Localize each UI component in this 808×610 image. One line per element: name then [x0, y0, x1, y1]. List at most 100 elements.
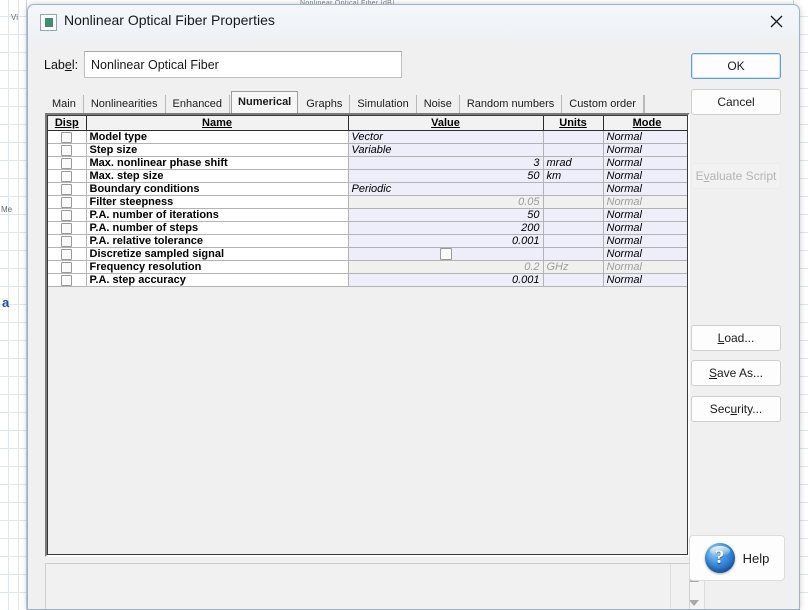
- tab-strip: Main Nonlinearities Enhanced Numerical G…: [45, 91, 645, 114]
- table-row[interactable]: P.A. number of steps 200 Normal: [48, 221, 687, 235]
- table-row[interactable]: Model type Vector Normal: [48, 130, 687, 144]
- table-row[interactable]: Filter steepness 0.05 Normal: [48, 195, 687, 209]
- row-disp-checkbox[interactable]: [48, 143, 87, 157]
- table-empty-area: [48, 286, 687, 537]
- label-caption: Label:: [44, 58, 79, 72]
- parameter-grid[interactable]: Disp Name Value Units Mode Model type Vec…: [47, 115, 688, 555]
- parameter-grid-container: Disp Name Value Units Mode Model type Vec…: [45, 113, 690, 557]
- table-row[interactable]: Max. step size 50 km Normal: [48, 169, 687, 183]
- row-value[interactable]: 200: [348, 221, 544, 235]
- row-name: P.A. number of iterations: [86, 208, 349, 222]
- row-disp-checkbox[interactable]: [48, 208, 87, 222]
- parameter-table: Disp Name Value Units Mode Model type Vec…: [48, 116, 687, 537]
- row-value[interactable]: Periodic: [348, 182, 544, 196]
- tab-graphs[interactable]: Graphs: [299, 95, 351, 114]
- row-mode[interactable]: Normal: [603, 208, 687, 222]
- tab-simulation[interactable]: Simulation: [350, 95, 417, 114]
- row-name: Max. step size: [86, 169, 349, 183]
- load-button[interactable]: Load...: [691, 325, 781, 351]
- column-header-value[interactable]: Value: [348, 116, 544, 131]
- table-row[interactable]: Boundary conditions Periodic Normal: [48, 182, 687, 196]
- label-input[interactable]: [84, 51, 402, 78]
- column-header-disp[interactable]: Disp: [48, 116, 87, 131]
- table-row[interactable]: P.A. relative tolerance 0.001 Normal: [48, 234, 687, 248]
- save-as-label: Save As...: [708, 366, 764, 380]
- save-as-button[interactable]: Save As...: [691, 360, 781, 386]
- row-mode[interactable]: Normal: [603, 195, 687, 209]
- row-units: [543, 234, 604, 248]
- component-icon: [40, 14, 57, 31]
- row-disp-checkbox[interactable]: [48, 260, 87, 275]
- tab-enhanced[interactable]: Enhanced: [166, 95, 231, 114]
- row-value[interactable]: 50: [348, 208, 544, 222]
- row-mode[interactable]: Normal: [603, 273, 687, 288]
- row-value[interactable]: 0.05: [348, 195, 544, 209]
- row-units: [543, 195, 604, 209]
- row-name: Frequency resolution: [86, 260, 349, 275]
- column-header-units[interactable]: Units: [543, 116, 604, 131]
- dialog-titlebar: Nonlinear Optical Fiber Properties: [28, 5, 799, 39]
- row-name: Boundary conditions: [86, 182, 349, 196]
- row-name: Model type: [86, 130, 349, 144]
- security-button[interactable]: Security...: [691, 396, 781, 422]
- security-label: Security...: [709, 402, 763, 416]
- row-disp-checkbox[interactable]: [48, 182, 87, 196]
- tab-custom-order[interactable]: Custom order: [562, 95, 644, 114]
- table-row[interactable]: Frequency resolution 0.2 GHz Normal: [48, 260, 687, 275]
- ok-button[interactable]: OK: [691, 53, 781, 79]
- close-icon[interactable]: [753, 5, 799, 37]
- table-row[interactable]: Max. nonlinear phase shift 3 mrad Normal: [48, 156, 687, 170]
- row-mode[interactable]: Normal: [603, 143, 687, 157]
- row-mode[interactable]: Normal: [603, 169, 687, 183]
- row-mode[interactable]: Normal: [603, 260, 687, 275]
- row-disp-checkbox[interactable]: [48, 221, 87, 235]
- row-mode[interactable]: Normal: [603, 156, 687, 170]
- row-value[interactable]: Variable: [348, 143, 544, 157]
- row-mode[interactable]: Normal: [603, 182, 687, 196]
- row-value[interactable]: 0.001: [348, 273, 544, 288]
- row-mode[interactable]: Normal: [603, 221, 687, 235]
- table-header-row: Disp Name Value Units Mode: [48, 116, 687, 131]
- row-name: Step size: [86, 143, 349, 157]
- row-units: [543, 221, 604, 235]
- row-disp-checkbox[interactable]: [48, 247, 87, 262]
- row-units: [543, 208, 604, 222]
- row-disp-checkbox[interactable]: [48, 195, 87, 209]
- row-mode[interactable]: Normal: [603, 234, 687, 248]
- row-mode[interactable]: Normal: [603, 247, 687, 262]
- row-units: [543, 130, 604, 144]
- row-units: [543, 247, 604, 262]
- row-value[interactable]: [348, 247, 544, 262]
- row-value[interactable]: 3: [348, 156, 544, 170]
- row-units: [543, 182, 604, 196]
- row-value[interactable]: 0.001: [348, 234, 544, 248]
- help-button[interactable]: Help: [689, 535, 785, 581]
- description-scrollbar[interactable]: [670, 564, 689, 609]
- column-header-name[interactable]: Name: [86, 116, 349, 131]
- tab-noise[interactable]: Noise: [417, 95, 460, 114]
- row-disp-checkbox[interactable]: [48, 273, 87, 288]
- background-left-text-2: Me: [1, 205, 13, 214]
- triangle-down-icon[interactable]: [689, 600, 699, 606]
- tab-numerical[interactable]: Numerical: [231, 91, 299, 114]
- row-value[interactable]: Vector: [348, 130, 544, 144]
- row-disp-checkbox[interactable]: [48, 169, 87, 183]
- table-row[interactable]: P.A. step accuracy 0.001 Normal: [48, 273, 687, 288]
- row-value[interactable]: 0.2: [348, 260, 544, 275]
- tab-main[interactable]: Main: [45, 95, 84, 114]
- tab-nonlinearities[interactable]: Nonlinearities: [84, 95, 166, 114]
- table-row[interactable]: P.A. number of iterations 50 Normal: [48, 208, 687, 222]
- help-question-icon: [704, 543, 735, 573]
- row-mode[interactable]: Normal: [603, 130, 687, 144]
- row-value[interactable]: 50: [348, 169, 544, 183]
- table-row[interactable]: Step size Variable Normal: [48, 143, 687, 157]
- row-disp-checkbox[interactable]: [48, 130, 87, 144]
- table-row[interactable]: Discretize sampled signal Normal: [48, 247, 687, 262]
- column-header-mode[interactable]: Mode: [603, 116, 687, 131]
- cancel-button[interactable]: Cancel: [691, 89, 781, 115]
- dialog-body: Label: Main Nonlinearities Enhanced Nume…: [28, 38, 799, 609]
- row-disp-checkbox[interactable]: [48, 234, 87, 248]
- row-disp-checkbox[interactable]: [48, 156, 87, 170]
- tab-random-numbers[interactable]: Random numbers: [460, 95, 563, 114]
- row-value-checkbox[interactable]: [439, 248, 452, 260]
